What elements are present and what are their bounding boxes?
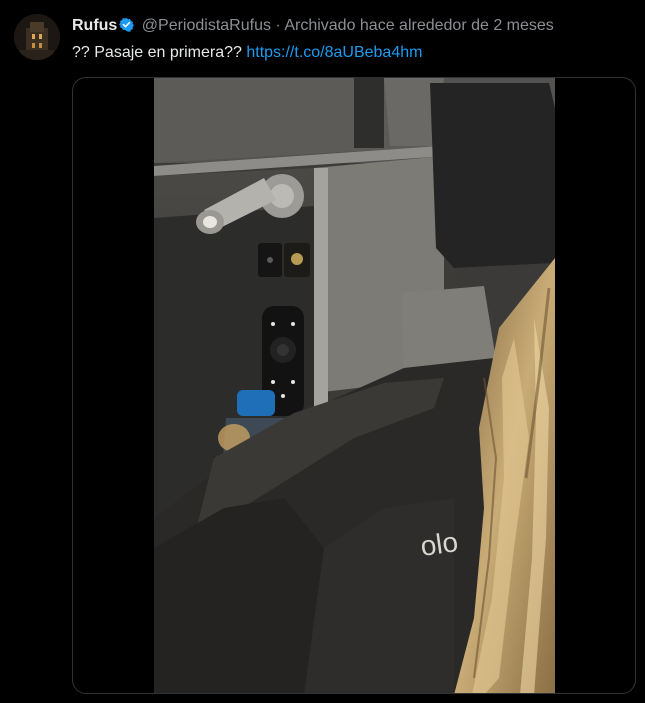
archived-timestamp: Archivado hace alrededor de 2 meses (284, 17, 554, 34)
author-handle[interactable]: @PeriodistaRufus (142, 17, 271, 34)
tweet-body: ?? Pasaje en primera?? (72, 44, 242, 61)
tweet-header: Rufus @PeriodistaRufus · Archivado hace … (72, 15, 637, 39)
tweet: Rufus @PeriodistaRufus · Archivado hace … (0, 0, 645, 703)
author-name[interactable]: Rufus (72, 17, 117, 34)
verified-badge-icon (119, 17, 135, 39)
tweet-text: ?? Pasaje en primera?? https://t.co/8aUB… (72, 42, 637, 64)
media-image: olo (154, 78, 555, 693)
avatar[interactable] (14, 14, 60, 60)
avatar-image (14, 14, 60, 60)
jacket-logo-text: olo (419, 526, 460, 562)
video-frame[interactable]: olo (154, 78, 555, 693)
tweet-link[interactable]: https://t.co/8aUBeba4hm (246, 44, 422, 61)
media-container[interactable]: olo (72, 77, 636, 694)
separator-dot: · (275, 17, 281, 34)
